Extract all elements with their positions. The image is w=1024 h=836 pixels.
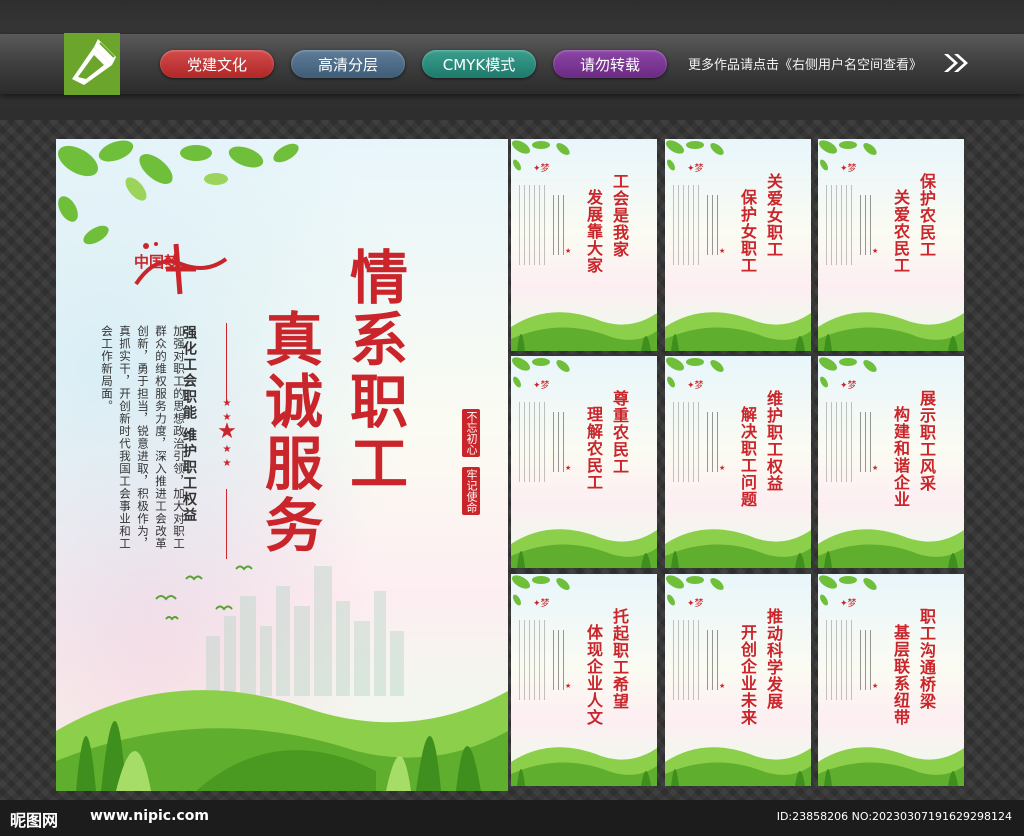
- star-icon: ★: [565, 247, 572, 255]
- small-title-line1: 展示职工风采: [917, 390, 936, 492]
- china-dream-mini-logo: ✦梦: [533, 164, 550, 174]
- birds-decoration: [155, 565, 253, 621]
- image-id-text: ID:23858206 NO:20230307191629298124: [776, 810, 1012, 823]
- star-icon: ★: [872, 247, 879, 255]
- small-title-line1: 托起职工希望: [610, 608, 629, 710]
- china-dream-mini-logo: ✦梦: [840, 599, 857, 609]
- china-dream-mini-logo: ✦梦: [687, 164, 704, 174]
- main-title-line1: 情系职工: [340, 247, 408, 495]
- double-chevron-right-icon[interactable]: [942, 52, 970, 79]
- small-title-line2: 构建和谐企业: [891, 406, 910, 508]
- small-title-line1: 维护职工权益: [764, 390, 783, 492]
- tag-cmyk[interactable]: CMYK模式: [422, 50, 536, 78]
- subtitle-text-lines: [707, 630, 719, 690]
- small-poster: ✦梦 ★ 维护职工权益 解决职工问题: [665, 356, 811, 568]
- star-icon: ★: [565, 682, 572, 690]
- star-icon: ★: [872, 682, 879, 690]
- small-title-line2: 关爱农民工: [891, 189, 910, 274]
- subtitle-text-lines: [860, 630, 872, 690]
- small-poster: ✦梦 ★ 推动科学发展 开创企业未来: [665, 574, 811, 786]
- subtitle-text-lines: [553, 630, 565, 690]
- small-title-line2: 体现企业人文: [584, 624, 603, 726]
- small-poster: ✦梦 ★ 关爱女职工 保护女职工: [665, 139, 811, 351]
- page: 党建文化 高清分层 CMYK模式 请勿转载 更多作品请点击《右侧用户名空间查看》: [0, 0, 1024, 836]
- star-icon: ★: [719, 682, 726, 690]
- body-text-lines: [673, 620, 703, 700]
- small-poster: ✦梦 ★ 托起职工希望 体现企业人文: [511, 574, 657, 786]
- tag-party-culture[interactable]: 党建文化: [160, 50, 274, 78]
- green-hills: [818, 529, 964, 568]
- star-icon: ★: [719, 247, 726, 255]
- small-title-line1: 关爱女职工: [764, 173, 783, 258]
- stars-decoration: ★ ★ ★ ★ ★: [217, 398, 237, 469]
- china-dream-text: 中国梦: [134, 253, 180, 271]
- small-title-line1: 保护农民工: [917, 173, 936, 258]
- small-poster: ✦梦 ★ 展示职工风采 构建和谐企业: [818, 356, 964, 568]
- body-text-lines: [826, 402, 856, 482]
- nipic-logo-text[interactable]: 昵图网: [10, 807, 58, 831]
- china-dream-mini-logo: ✦梦: [840, 381, 857, 391]
- china-dream-mini-logo: ✦梦: [840, 164, 857, 174]
- leaves-decoration: [58, 140, 299, 245]
- small-title-line2: 基层联系纽带: [891, 624, 910, 726]
- small-poster: ✦梦 ★ 职工沟通桥梁 基层联系纽带: [818, 574, 964, 786]
- body-text-lines: [673, 402, 703, 482]
- small-poster: ✦梦 ★ 保护农民工 关爱农民工: [818, 139, 964, 351]
- body-text-lines: [519, 620, 549, 700]
- motto: 不忘初心 牢记使命: [462, 409, 480, 521]
- green-hills: [511, 747, 657, 786]
- china-dream-mini-logo: ✦梦: [533, 599, 550, 609]
- subtitle-text-lines: [707, 195, 719, 255]
- china-dream-mini-logo: ✦梦: [533, 381, 550, 391]
- small-poster: ✦梦 ★ 尊重农民工 理解农民工: [511, 356, 657, 568]
- main-poster: 中国梦 情系职工 真诚服务 不忘初心 牢记使命 ★ ★ ★ ★ ★ 强化工会职能…: [56, 139, 508, 791]
- small-title-line1: 职工沟通桥梁: [917, 608, 936, 710]
- nipic-url[interactable]: www.nipic.com: [90, 808, 209, 824]
- subtitle-text-lines: [553, 195, 565, 255]
- subtitle-text-lines: [860, 195, 872, 255]
- small-title-line1: 推动科学发展: [764, 608, 783, 710]
- more-works-link[interactable]: 更多作品请点击《右侧用户名空间查看》: [688, 54, 922, 73]
- small-title-line2: 发展靠大家: [584, 189, 603, 274]
- body-text-lines: [673, 185, 703, 265]
- body-text-lines: [826, 620, 856, 700]
- small-title-line2: 理解农民工: [584, 406, 603, 491]
- small-title-line1: 工会是我家: [610, 173, 629, 258]
- tag-hd-layers[interactable]: 高清分层: [291, 50, 405, 78]
- motto-b: 牢记使命: [462, 466, 480, 515]
- green-hills: [511, 312, 657, 351]
- green-hills: [665, 312, 811, 351]
- star-icon: ★: [719, 464, 726, 472]
- body-text-lines: [519, 185, 549, 265]
- green-hills: [511, 529, 657, 568]
- green-hills: [56, 690, 508, 791]
- main-body-text: 加强对职工的思想政治引领，加大对职工群众的维权服务力度，深入推进工会改革创新，勇…: [100, 325, 186, 550]
- green-hills: [818, 747, 964, 786]
- small-title-line2: 开创企业未来: [738, 624, 757, 726]
- green-hills: [665, 747, 811, 786]
- china-dream-mini-logo: ✦梦: [687, 381, 704, 391]
- green-hills: [665, 529, 811, 568]
- small-title-line2: 解决职工问题: [738, 406, 757, 508]
- china-dream-mini-logo: ✦梦: [687, 599, 704, 609]
- subtitle-text-lines: [707, 412, 719, 472]
- subtitle-text-lines: [860, 412, 872, 472]
- small-title-line1: 尊重农民工: [610, 390, 629, 475]
- divider-line-top: [226, 323, 227, 403]
- body-text-lines: [519, 402, 549, 482]
- body-text-lines: [826, 185, 856, 265]
- small-poster: ✦梦 ★ 工会是我家 发展靠大家: [511, 139, 657, 351]
- site-logo[interactable]: [64, 33, 120, 95]
- motto-a: 不忘初心: [462, 409, 480, 457]
- small-title-line2: 保护女职工: [738, 189, 757, 274]
- main-title-line2: 真诚服务: [255, 309, 323, 557]
- tag-no-repost[interactable]: 请勿转载: [553, 50, 667, 78]
- divider-line-bottom: [226, 489, 227, 559]
- star-icon: ★: [565, 464, 572, 472]
- green-hills: [818, 312, 964, 351]
- star-icon: ★: [872, 464, 879, 472]
- subtitle-text-lines: [553, 412, 565, 472]
